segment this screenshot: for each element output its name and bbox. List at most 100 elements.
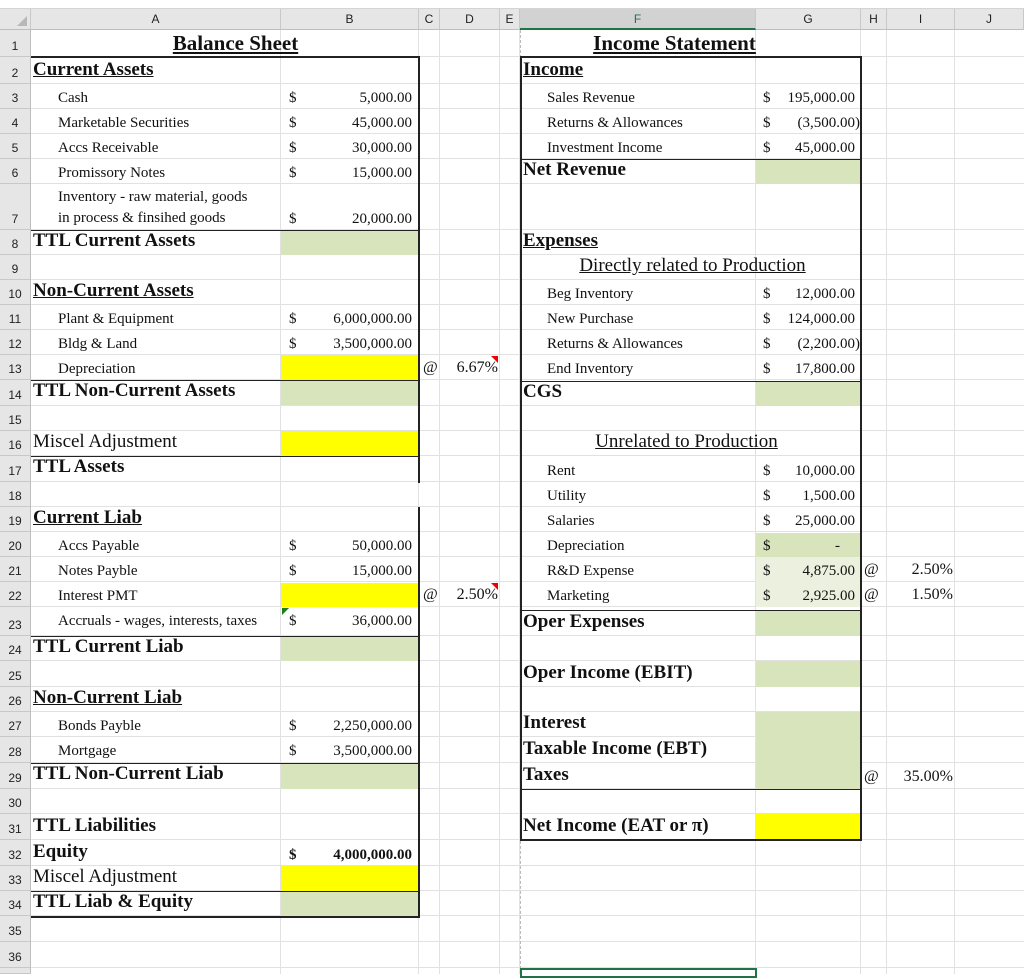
column-header-g[interactable]: G [756, 9, 861, 30]
taxable-income-label[interactable]: Taxable Income (EBT) [523, 737, 756, 763]
accruals-value[interactable]: 36,000.00 [300, 607, 412, 632]
current-assets-header[interactable]: Current Assets [33, 57, 281, 84]
investment-income-label[interactable]: Investment Income [520, 134, 756, 159]
row-header-1[interactable]: 1 [0, 30, 31, 57]
net-revenue-value[interactable] [756, 160, 861, 184]
depreciation-expense-value[interactable]: - [774, 532, 840, 557]
ttl-non-current-assets-label[interactable]: TTL Non-Current Assets [33, 380, 281, 405]
oper-income-label[interactable]: Oper Income (EBIT) [523, 661, 756, 687]
row-header-23[interactable]: 23 [0, 607, 31, 636]
row-header-19[interactable]: 19 [0, 507, 31, 532]
marketable-securities-value[interactable]: 45,000.00 [300, 109, 412, 134]
rent-value[interactable]: 10,000.00 [774, 456, 855, 482]
inventory-label-line2[interactable]: in process & finsihed goods [31, 207, 281, 229]
bonds-payable-label[interactable]: Bonds Payble [31, 712, 281, 737]
salaries-value[interactable]: 25,000.00 [774, 507, 855, 532]
column-header-i[interactable]: I [887, 9, 955, 30]
select-all-button[interactable] [0, 9, 31, 30]
marketing-value[interactable]: 2,925.00 [774, 582, 856, 607]
selected-cell[interactable] [520, 968, 757, 978]
ttl-current-assets-label[interactable]: TTL Current Assets [33, 230, 281, 255]
row-header-20[interactable]: 20 [0, 532, 31, 557]
cash-label[interactable]: Cash [31, 84, 281, 109]
new-purchase-value[interactable]: 124,000.00 [774, 305, 856, 330]
oper-expenses-value[interactable] [756, 611, 861, 636]
unrelated-production-header[interactable]: Unrelated to Production [520, 431, 861, 456]
ttl-non-current-assets-value[interactable] [281, 381, 419, 405]
rd-expense-label[interactable]: R&D Expense [520, 557, 756, 582]
salaries-label[interactable]: Salaries [520, 507, 756, 532]
row-header-5[interactable]: 5 [0, 134, 31, 159]
comment-indicator-icon[interactable] [491, 583, 498, 590]
column-header-j[interactable]: J [955, 9, 1024, 30]
expenses-header[interactable]: Expenses [523, 230, 756, 255]
row-header-28[interactable]: 28 [0, 737, 31, 763]
column-header-a[interactable]: A [31, 9, 281, 30]
notes-payable-value[interactable]: 15,000.00 [300, 557, 412, 582]
mortgage-label[interactable]: Mortgage [31, 737, 281, 762]
equity-label[interactable]: Equity [33, 840, 281, 866]
ttl-non-current-liab-label[interactable]: TTL Non-Current Liab [33, 763, 281, 788]
accs-payable-value[interactable]: 50,000.00 [300, 532, 412, 557]
plant-equipment-label[interactable]: Plant & Equipment [31, 305, 281, 330]
row-header-13[interactable]: 13 [0, 355, 31, 380]
marketing-label[interactable]: Marketing [520, 582, 756, 607]
miscel-adjustment-assets-label[interactable]: Miscel Adjustment [33, 431, 281, 456]
row-header-18[interactable]: 18 [0, 482, 31, 507]
ttl-liab-equity-value[interactable] [281, 892, 419, 916]
column-header-h[interactable]: H [861, 9, 887, 30]
ttl-current-assets-value[interactable] [281, 231, 419, 255]
income-header[interactable]: Income [523, 57, 756, 84]
returns-allowances-income-label[interactable]: Returns & Allowances [520, 109, 756, 134]
rd-expense-value[interactable]: 4,875.00 [774, 557, 856, 582]
depreciation-expense-label[interactable]: Depreciation [520, 532, 756, 557]
end-inventory-label[interactable]: End Inventory [520, 355, 756, 380]
ttl-assets-label[interactable]: TTL Assets [33, 456, 281, 481]
interest-pmt-value[interactable] [281, 583, 419, 607]
promissory-notes-label[interactable]: Promissory Notes [31, 159, 281, 184]
marketing-rate[interactable]: 1.50% [887, 582, 953, 607]
row-header-6[interactable]: 6 [0, 159, 31, 184]
cgs-label[interactable]: CGS [523, 381, 756, 406]
row-header-34[interactable]: 34 [0, 891, 31, 916]
row-header-7[interactable]: 7 [0, 184, 31, 230]
utility-value[interactable]: 1,500.00 [774, 482, 856, 507]
accruals-label[interactable]: Accruals - wages, interests, taxes [31, 607, 281, 632]
row-header-31[interactable]: 31 [0, 814, 31, 840]
sales-revenue-value[interactable]: 195,000.00 [774, 84, 856, 109]
row-header-36[interactable]: 36 [0, 942, 31, 968]
row-header-2[interactable]: 2 [0, 57, 31, 84]
interest-pmt-label[interactable]: Interest PMT [31, 582, 281, 607]
row-header-14[interactable]: 14 [0, 380, 31, 406]
notes-payable-label[interactable]: Notes Payble [31, 557, 281, 582]
miscel-adjustment-equity-label[interactable]: Miscel Adjustment [33, 866, 281, 891]
depreciation-label[interactable]: Depreciation [31, 355, 281, 380]
cgs-value[interactable] [756, 382, 861, 406]
returns-allowances-income-value[interactable]: (3,500.00) [774, 109, 861, 134]
bldg-land-value[interactable]: 3,500,000.00 [300, 330, 412, 355]
row-header-27[interactable]: 27 [0, 712, 31, 737]
interest-pmt-rate[interactable]: 2.50% [440, 582, 498, 607]
end-inventory-value[interactable]: 17,800.00 [774, 355, 855, 380]
row-header-26[interactable]: 26 [0, 687, 31, 712]
beg-inventory-label[interactable]: Beg Inventory [520, 280, 756, 305]
row-header-9[interactable]: 9 [0, 255, 31, 280]
utility-label[interactable]: Utility [520, 482, 756, 507]
net-income-value[interactable] [756, 814, 861, 840]
ttl-non-current-liab-value[interactable] [281, 764, 419, 789]
non-current-assets-header[interactable]: Non-Current Assets [33, 280, 281, 305]
comment-indicator-icon[interactable] [491, 356, 498, 363]
column-header-b[interactable]: B [281, 9, 419, 30]
row-header-15[interactable]: 15 [0, 406, 31, 431]
net-income-label[interactable]: Net Income (EAT or π) [523, 814, 756, 840]
inventory-value[interactable]: 20,000.00 [300, 184, 412, 230]
inventory-label-line1[interactable]: Inventory - raw material, goods [31, 186, 281, 208]
oper-expenses-label[interactable]: Oper Expenses [523, 610, 756, 636]
row-header-4[interactable]: 4 [0, 109, 31, 134]
bldg-land-label[interactable]: Bldg & Land [31, 330, 281, 355]
bonds-payable-value[interactable]: 2,250,000.00 [300, 712, 412, 737]
row-header-16[interactable]: 16 [0, 431, 31, 456]
row-header-3[interactable]: 3 [0, 84, 31, 109]
row-header-35[interactable]: 35 [0, 916, 31, 942]
non-current-liab-header[interactable]: Non-Current Liab [33, 687, 281, 712]
